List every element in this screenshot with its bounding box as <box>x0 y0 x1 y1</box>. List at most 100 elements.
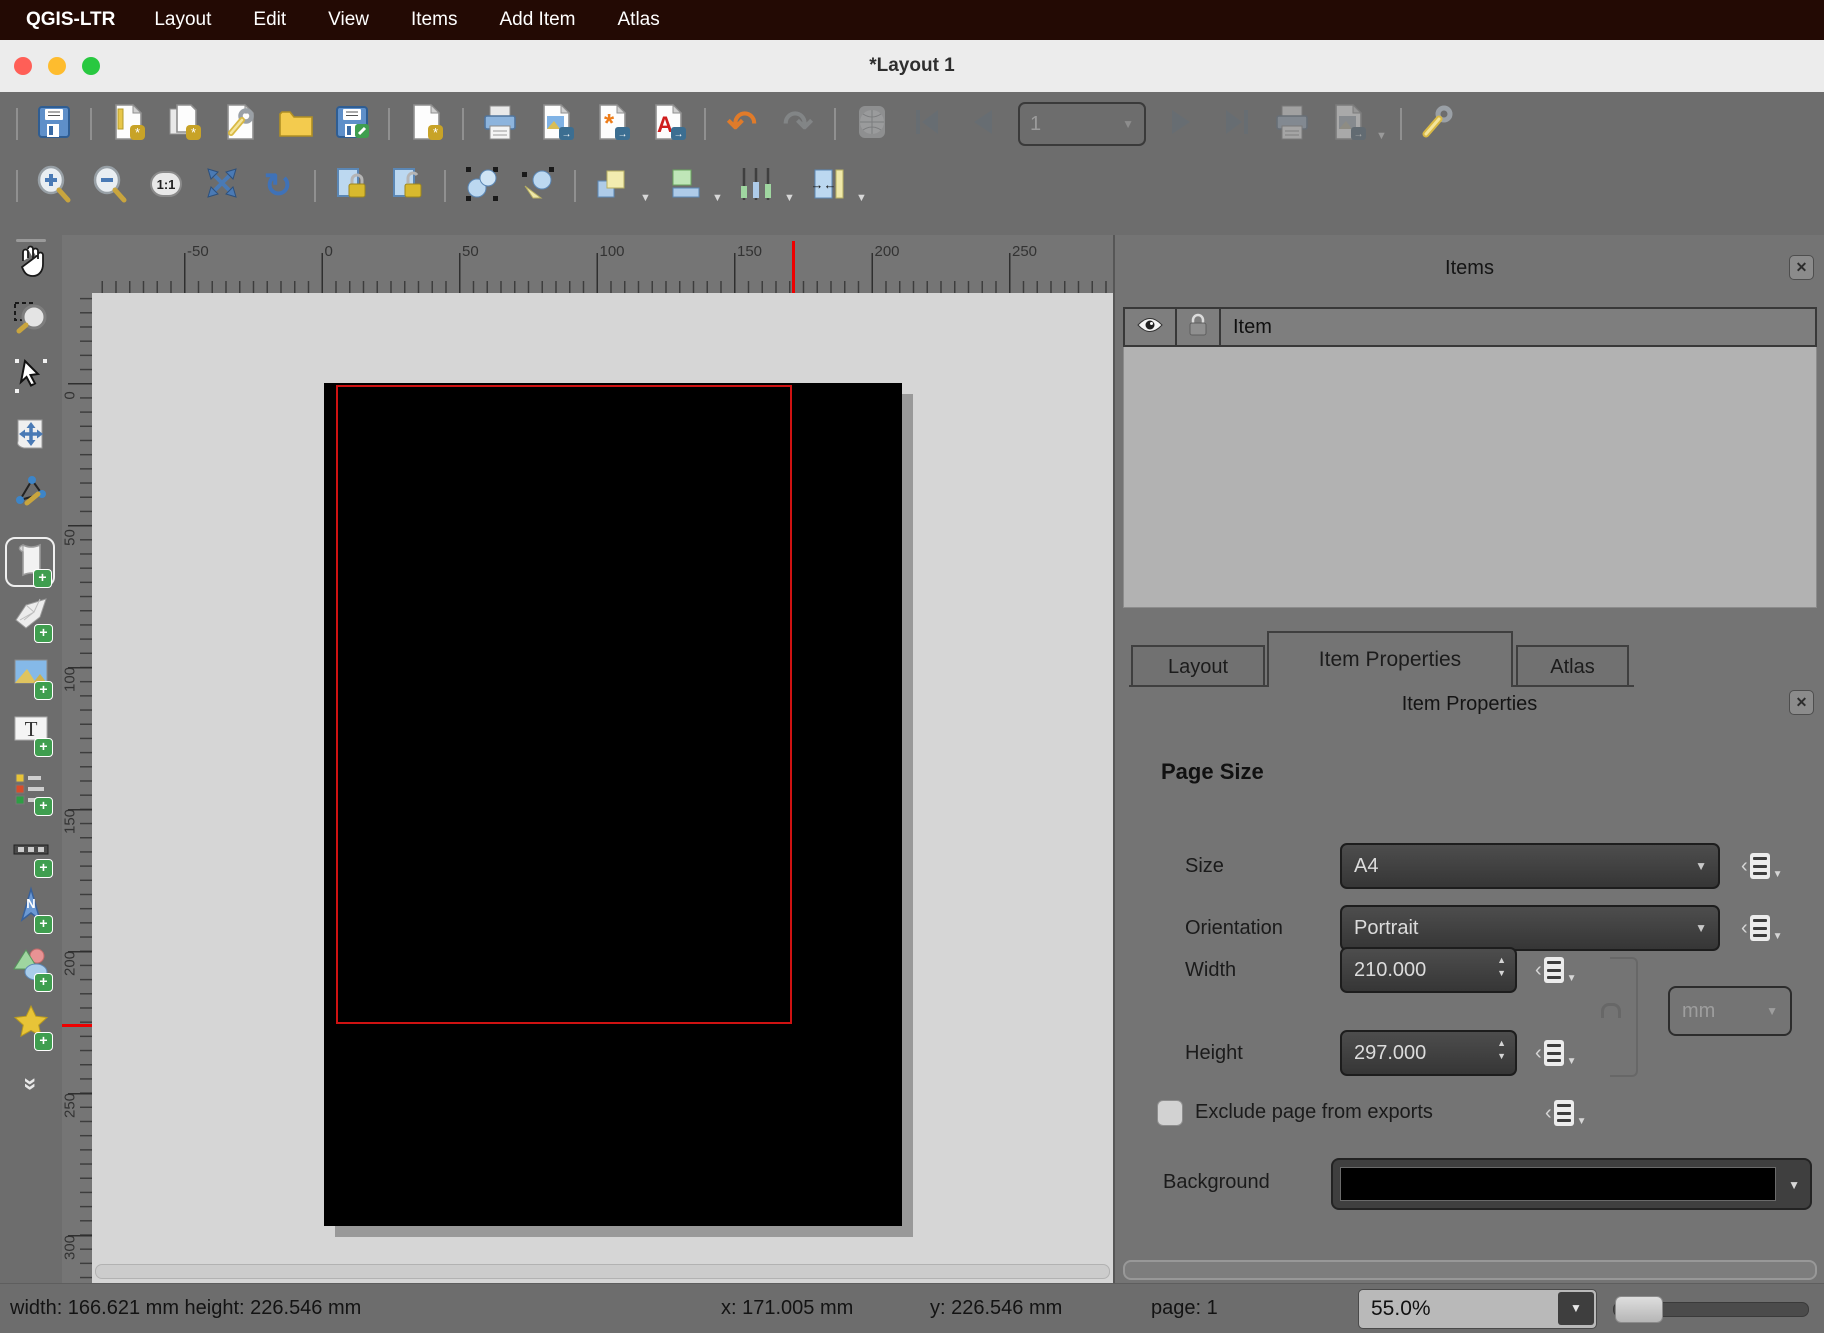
lock-items-button[interactable] <box>330 164 374 208</box>
edit-nodes-item-tool-button[interactable] <box>9 472 53 516</box>
align-items-button[interactable] <box>662 164 706 208</box>
layout-canvas[interactable] <box>92 293 1113 1283</box>
orientation-combobox[interactable]: Portrait▼ <box>1340 905 1720 951</box>
new-layout-button[interactable]: * <box>106 102 150 146</box>
canvas-horizontal-scrollbar[interactable] <box>95 1264 1110 1279</box>
menu-items[interactable]: Items <box>390 9 478 31</box>
zoom-tool-tool-button[interactable] <box>9 298 53 342</box>
print-atlas-button[interactable] <box>1270 102 1314 146</box>
page-size-section-title: Page Size <box>1161 759 1264 785</box>
zoom-in-button[interactable] <box>32 164 76 208</box>
tab-layout[interactable]: Layout <box>1131 645 1265 687</box>
add-map-tool-button[interactable]: + <box>5 537 55 587</box>
item-column-header[interactable]: Item <box>1221 309 1815 345</box>
resize-items-button[interactable]: →← <box>806 164 850 208</box>
ruler-label: 50 <box>62 523 79 553</box>
add-3d-map-tool-button[interactable]: + <box>9 595 53 639</box>
refresh-view-button[interactable]: ↻ <box>256 164 300 208</box>
lock-items-icon <box>333 164 371 209</box>
unlock-ratio-icon[interactable] <box>1601 1003 1621 1018</box>
overflow-chevron-tool-button[interactable]: » <box>9 1062 53 1106</box>
add-north-arrow-tool-button[interactable]: N+ <box>9 886 53 930</box>
ungroup-items-button[interactable] <box>516 164 560 208</box>
lock-column-header[interactable] <box>1177 309 1221 345</box>
print-button[interactable] <box>478 102 522 146</box>
export-image-button[interactable]: → <box>534 102 578 146</box>
export-atlas-button[interactable]: → <box>1326 102 1370 146</box>
chevron-down-icon[interactable]: ▼ <box>1558 1292 1594 1325</box>
menu-edit[interactable]: Edit <box>232 9 307 31</box>
menu-view[interactable]: View <box>307 9 390 31</box>
items-list[interactable] <box>1123 347 1817 608</box>
distribute-items-dropdown-icon[interactable]: ▼ <box>784 192 794 210</box>
visibility-column-header[interactable] <box>1125 309 1177 345</box>
height-data-defined-button[interactable]: ‹▼ <box>1535 1037 1581 1069</box>
width-data-defined-button[interactable]: ‹▼ <box>1535 954 1581 986</box>
open-template-button[interactable] <box>274 102 318 146</box>
refresh-view-icon: ↻ <box>264 169 293 203</box>
distribute-items-button[interactable] <box>734 164 778 208</box>
align-items-dropdown-icon[interactable]: ▼ <box>712 192 722 210</box>
atlas-first-button[interactable] <box>906 102 950 146</box>
export-svg-button[interactable]: *→ <box>590 102 634 146</box>
add-picture-tool-button[interactable]: + <box>9 652 53 696</box>
new-layout-icon: * <box>109 102 147 147</box>
atlas-preview-button[interactable] <box>850 102 894 146</box>
atlas-prev-button[interactable] <box>962 102 1006 146</box>
add-marker-tool-button[interactable]: + <box>9 1003 53 1047</box>
zoom-out-button[interactable] <box>88 164 132 208</box>
spin-arrows-icon[interactable]: ▲▼ <box>1497 956 1506 978</box>
raise-items-dropdown-icon[interactable]: ▼ <box>640 192 650 210</box>
resize-items-dropdown-icon[interactable]: ▼ <box>856 192 866 210</box>
export-atlas-dropdown-icon[interactable]: ▼ <box>1376 130 1386 148</box>
pan-tool-button[interactable] <box>9 240 53 284</box>
save-as-template-button[interactable] <box>330 102 374 146</box>
zoom-full-button[interactable] <box>200 164 244 208</box>
zoom-actual-button[interactable]: 1:1 <box>144 164 188 208</box>
move-item-content-tool-button[interactable] <box>9 414 53 458</box>
zoom-level-combobox[interactable]: 55.0% ▼ <box>1358 1289 1597 1329</box>
add-legend-tool-button[interactable]: + <box>9 768 53 812</box>
orientation-data-defined-button[interactable]: ‹▼ <box>1741 912 1787 944</box>
redo-button[interactable]: ↷ <box>776 102 820 146</box>
layout-manager-button[interactable] <box>218 102 262 146</box>
items-panel-close-icon[interactable]: ✕ <box>1789 255 1814 280</box>
menu-atlas[interactable]: Atlas <box>597 9 681 31</box>
background-color-button[interactable]: ▼ <box>1331 1158 1812 1210</box>
spin-arrows-icon[interactable]: ▲▼ <box>1497 1039 1506 1061</box>
duplicate-layout-button[interactable]: * <box>162 102 206 146</box>
zoom-slider-handle[interactable] <box>1615 1296 1663 1323</box>
raise-items-button[interactable] <box>590 164 634 208</box>
exclude-data-defined-button[interactable]: ‹▼ <box>1545 1097 1591 1129</box>
panel-horizontal-scrollbar[interactable] <box>1123 1260 1817 1280</box>
atlas-settings-button[interactable] <box>1416 102 1460 146</box>
toolbar-area: ***→*→A→↶↷1▼→▼ 1:1↻▼▼▼→←▼ <box>0 92 1824 235</box>
item-properties-close-icon[interactable]: ✕ <box>1789 690 1814 715</box>
undo-button[interactable]: ↶ <box>720 102 764 146</box>
height-spinbox[interactable]: 297.000 ▲▼ <box>1340 1030 1517 1076</box>
save-project-button[interactable] <box>32 102 76 146</box>
units-combobox[interactable]: mm▼ <box>1668 986 1792 1036</box>
tab-atlas[interactable]: Atlas <box>1516 645 1629 687</box>
width-spinbox[interactable]: 210.000 ▲▼ <box>1340 947 1517 993</box>
size-combobox[interactable]: A4▼ <box>1340 843 1720 889</box>
add-scalebar-tool-button[interactable]: + <box>9 830 53 874</box>
atlas-last-button[interactable] <box>1214 102 1258 146</box>
undo-icon: ↶ <box>727 106 757 142</box>
add-label-tool-button[interactable]: T+ <box>9 709 53 753</box>
add-shape-tool-button[interactable]: + <box>9 944 53 988</box>
unlock-items-button[interactable] <box>386 164 430 208</box>
atlas-page-combobox[interactable]: 1▼ <box>1018 102 1146 146</box>
unlock-items-icon <box>389 164 427 209</box>
tab-item-properties[interactable]: Item Properties <box>1267 631 1513 687</box>
atlas-next-button[interactable] <box>1158 102 1202 146</box>
exclude-page-checkbox[interactable] <box>1157 1100 1183 1126</box>
new-report-button[interactable]: * <box>404 102 448 146</box>
menu-add-item[interactable]: Add Item <box>478 9 596 31</box>
size-data-defined-button[interactable]: ‹▼ <box>1741 850 1787 882</box>
print-icon <box>481 102 519 147</box>
group-items-button[interactable] <box>460 164 504 208</box>
menu-layout[interactable]: Layout <box>133 9 232 31</box>
select-move-item-tool-button[interactable] <box>9 356 53 400</box>
export-pdf-button[interactable]: A→ <box>646 102 690 146</box>
